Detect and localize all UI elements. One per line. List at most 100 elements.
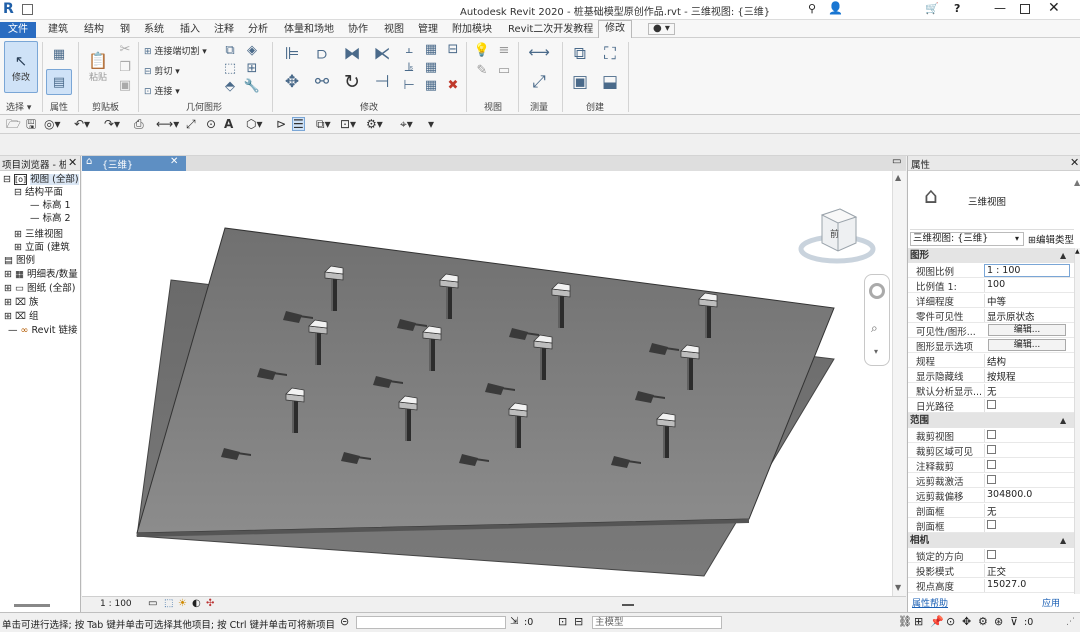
revit-logo[interactable]: R: [3, 1, 14, 17]
tab-revit-dev[interactable]: Revit二次开发教程: [508, 22, 593, 38]
align-icon[interactable]: ⊫: [280, 42, 304, 66]
property-checkbox[interactable]: [984, 519, 1070, 532]
properties-button[interactable]: ▦: [46, 41, 72, 67]
undo-icon[interactable]: ↶▾: [74, 117, 90, 131]
property-value[interactable]: 中等: [984, 294, 1070, 307]
viewcube[interactable]: 前: [796, 205, 878, 267]
split-icon[interactable]: ⫠: [402, 42, 416, 57]
open-icon[interactable]: 🗁: [6, 117, 21, 131]
type-properties-button[interactable]: ▤: [46, 69, 72, 95]
mirror-draw-icon[interactable]: ⧔: [370, 42, 394, 66]
cut-clipboard-icon[interactable]: ✂: [118, 42, 132, 57]
checkbox[interactable]: [987, 460, 996, 469]
scroll-up-icon[interactable]: ▲: [895, 173, 901, 182]
select-underlay-icon[interactable]: ⊞: [914, 615, 923, 628]
tab-restore-icon[interactable]: ▭: [892, 156, 901, 167]
unjoin-icon[interactable]: ⊞: [244, 60, 260, 76]
move-icon[interactable]: ✥: [280, 70, 304, 94]
scroll-up-arrow[interactable]: ▲: [1075, 248, 1080, 255]
tree-item-level-1[interactable]: — 标高 1: [30, 200, 71, 212]
checkbox[interactable]: [987, 445, 996, 454]
checkbox[interactable]: [987, 475, 996, 484]
scale-icon[interactable]: ⊟: [446, 42, 460, 57]
window-menu-icon[interactable]: [22, 4, 33, 15]
instance-selector[interactable]: 三维视图: {三维} ▾: [910, 232, 1024, 246]
collapse-icon[interactable]: ▲: [1060, 248, 1066, 263]
tree-item-level-2[interactable]: — 标高 2: [30, 213, 71, 225]
tree-item-structural-plans[interactable]: ⊟ 结构平面: [14, 187, 63, 199]
tab-structure[interactable]: 结构: [84, 22, 104, 38]
close-button[interactable]: ✕: [1048, 0, 1060, 16]
linework-icon[interactable]: ≡: [496, 42, 512, 58]
halftone-icon[interactable]: ▭: [496, 62, 512, 78]
select-face-icon[interactable]: ⊙: [946, 615, 955, 628]
properties-section-header[interactable]: 相机 ▲: [908, 533, 1074, 548]
scroll-down-icon[interactable]: ▼: [895, 583, 901, 592]
property-value[interactable]: 100: [984, 279, 1070, 292]
property-checkbox[interactable]: [984, 429, 1070, 442]
demolish-icon[interactable]: ◈: [244, 42, 260, 58]
save-icon[interactable]: 🖫: [26, 117, 36, 131]
dimension-qat-icon[interactable]: ⤢: [186, 117, 196, 131]
type-scroll-icon[interactable]: ▲▼: [1074, 178, 1080, 187]
navbar-dropdown-icon[interactable]: ▾: [874, 347, 878, 356]
array-icon[interactable]: ▦: [424, 78, 438, 93]
help-icon[interactable]: ?: [954, 2, 960, 15]
tree-item-groups[interactable]: ⊞ ⌧ 组: [4, 311, 38, 323]
filter-icon[interactable]: ⇲: [510, 616, 518, 627]
property-checkbox[interactable]: [984, 399, 1070, 412]
tab-view[interactable]: 视图: [384, 22, 404, 38]
checkbox[interactable]: [987, 520, 996, 529]
apply-button[interactable]: 应用: [1042, 596, 1060, 609]
editable-icon[interactable]: ⊟: [574, 615, 583, 628]
tab-massing[interactable]: 体量和场地: [284, 22, 334, 38]
tree-item-3d-views[interactable]: ⊞ 三维视图: [14, 229, 63, 241]
copy-icon[interactable]: ⚯: [310, 70, 334, 94]
tab-manage[interactable]: 管理: [418, 22, 438, 38]
find-icon[interactable]: ⌖▾: [400, 117, 413, 131]
element-id-icon[interactable]: ⊛: [994, 615, 1003, 628]
model-canvas[interactable]: [82, 171, 892, 596]
detail-level-icon[interactable]: ▭: [148, 598, 157, 609]
viewcube-face-label[interactable]: 前: [830, 227, 839, 240]
tab-analyze[interactable]: 分析: [248, 22, 268, 38]
tree-item-views[interactable]: ⊟ [o] 视图 (全部): [3, 174, 79, 186]
edit-button[interactable]: 编辑...: [988, 324, 1066, 336]
settings-qat-icon[interactable]: ⚙▾: [366, 117, 383, 131]
split-gap-icon[interactable]: ⫡: [402, 60, 416, 75]
shadows-icon[interactable]: ◐: [192, 598, 201, 609]
upper-slab[interactable]: [136, 227, 835, 534]
binoculars-icon[interactable]: ⚲: [808, 2, 816, 15]
property-value[interactable]: 15027.0: [984, 579, 1070, 592]
worksharing-icon[interactable]: ⊝: [340, 615, 349, 628]
override-icon[interactable]: ✎: [474, 62, 490, 78]
paste-button[interactable]: 📋 粘贴: [84, 41, 112, 93]
user-icon[interactable]: 👤: [828, 1, 843, 15]
project-browser-hscroll[interactable]: [14, 604, 50, 607]
create-assembly-icon[interactable]: ⛶: [598, 42, 622, 66]
visual-style-icon[interactable]: ⬚: [164, 598, 173, 609]
unpin-icon[interactable]: ▦: [424, 60, 438, 75]
restore-button[interactable]: [1020, 4, 1030, 14]
checkbox[interactable]: [987, 550, 996, 559]
properties-section-header[interactable]: 图形 ▲: [908, 248, 1074, 263]
tab-insert[interactable]: 插入: [180, 22, 200, 38]
drag-on-select-icon[interactable]: ✥: [962, 615, 971, 628]
property-value[interactable]: 按规程: [984, 369, 1070, 382]
checkbox[interactable]: [987, 400, 996, 409]
checkbox[interactable]: [987, 430, 996, 439]
collapse-icon[interactable]: ▲: [1060, 413, 1066, 428]
sun-path-icon[interactable]: ☀: [178, 598, 187, 609]
tab-annotate[interactable]: 注释: [214, 22, 234, 38]
properties-section-header[interactable]: 范围 ▲: [908, 413, 1074, 428]
rotate-icon[interactable]: ↻: [340, 70, 364, 94]
tree-item-legends[interactable]: ▤ 图例: [4, 255, 35, 267]
tab-architecture[interactable]: 建筑: [48, 22, 68, 38]
tree-item-families[interactable]: ⊞ ⌧ 族: [4, 297, 38, 309]
property-value[interactable]: 无: [984, 504, 1070, 517]
property-checkbox[interactable]: [984, 474, 1070, 487]
property-checkbox[interactable]: [984, 444, 1070, 457]
reveal-hidden-icon[interactable]: ✣: [206, 598, 214, 609]
mirror-axis-icon[interactable]: ⧓: [340, 42, 364, 66]
minimize-button[interactable]: —: [994, 1, 1006, 15]
